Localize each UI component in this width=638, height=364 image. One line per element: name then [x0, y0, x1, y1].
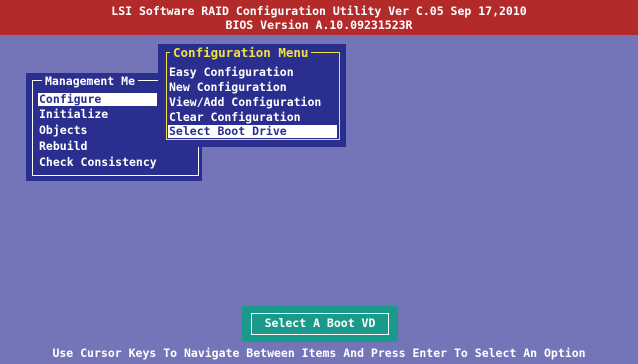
select-boot-vd-label: Select A Boot VD [251, 313, 389, 335]
configuration-menu-title: Configuration Menu [170, 45, 312, 61]
menu-item-rebuild[interactable]: Rebuild [38, 140, 87, 153]
menu-item-configure[interactable]: Configure [38, 93, 157, 106]
configuration-menu: Configuration Menu Easy Configuration Ne… [158, 44, 346, 147]
help-bar: Use Cursor Keys To Navigate Between Item… [0, 343, 638, 364]
title-bar: LSI Software RAID Configuration Utility … [0, 0, 638, 35]
app-title: LSI Software RAID Configuration Utility … [111, 4, 527, 18]
help-text: Use Cursor Keys To Navigate Between Item… [52, 346, 586, 360]
bios-version: BIOS Version A.10.09231523R [225, 18, 413, 32]
menu-item-easy-configuration[interactable]: Easy Configuration [168, 66, 294, 79]
management-menu-title: Management Me [42, 75, 139, 88]
menu-item-check-consistency[interactable]: Check Consistency [38, 156, 157, 169]
menu-item-initialize[interactable]: Initialize [38, 108, 108, 121]
menu-item-new-configuration[interactable]: New Configuration [168, 81, 287, 94]
menu-item-clear-configuration[interactable]: Clear Configuration [168, 111, 301, 124]
status-box: Select A Boot VD [242, 306, 398, 342]
menu-item-view-add-configuration[interactable]: View/Add Configuration [168, 96, 321, 109]
menu-item-objects[interactable]: Objects [38, 124, 87, 137]
menu-item-select-boot-drive[interactable]: Select Boot Drive [168, 125, 337, 138]
